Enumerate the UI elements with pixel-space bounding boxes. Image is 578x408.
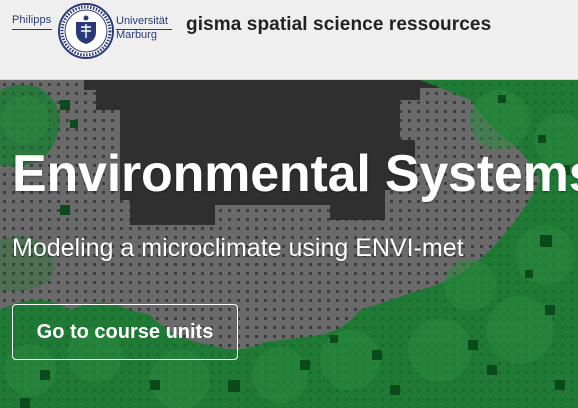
- logo-rule-right: [116, 29, 172, 30]
- logo-text-philipps: Philipps: [12, 14, 52, 26]
- go-to-course-units-button[interactable]: Go to course units: [12, 304, 238, 360]
- university-logo[interactable]: Philipps Universität Marburg: [12, 2, 174, 60]
- page: Philipps Universität Marburg gisma spati…: [0, 0, 578, 408]
- hero-banner: Environmental Systems Modeling a microcl…: [0, 80, 578, 408]
- hero-title: Environmental Systems: [12, 145, 578, 203]
- logo-text-line2: Marburg: [116, 29, 157, 41]
- university-seal-icon: [58, 3, 114, 59]
- logo-rule-left: [12, 29, 52, 30]
- site-title[interactable]: gisma spatial science ressources: [186, 14, 491, 36]
- logo-text-line1: Universität: [116, 15, 168, 27]
- hero-subtitle: Modeling a microclimate using ENVI-met: [12, 234, 464, 262]
- logo-text-universitaet: Universität Marburg: [116, 14, 168, 42]
- site-header: Philipps Universität Marburg gisma spati…: [0, 0, 578, 80]
